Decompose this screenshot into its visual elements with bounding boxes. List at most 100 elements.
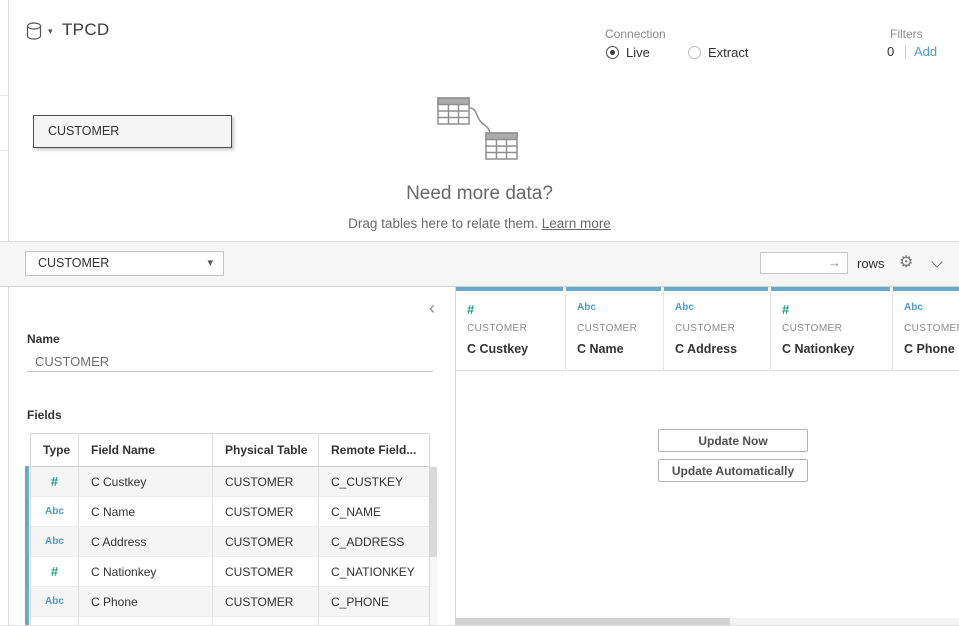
rows-count-input[interactable] — [760, 252, 848, 274]
left-pane-divider — [8, 0, 9, 626]
dropdown-caret-icon: ▾ — [207, 252, 213, 275]
table-selector-value: CUSTOMER — [38, 256, 109, 270]
chevron-down-icon[interactable] — [933, 258, 942, 267]
learn-more-link[interactable]: Learn more — [542, 216, 611, 231]
fields-table-scrollbar-thumb[interactable] — [430, 467, 437, 557]
tableau-datasource-page: ▾ TPCD Connection Live Extract Filters 0… — [0, 0, 959, 626]
drag-tables-text: Drag tables here to relate them. — [348, 216, 542, 231]
physical-table-cell: CUSTOMER — [213, 467, 319, 496]
grid-column-c-name[interactable]: Abc CUSTOMER C Name — [565, 287, 663, 371]
column-header-remote-field[interactable]: Remote Field... — [319, 434, 429, 466]
column-divider — [892, 291, 893, 371]
canvas-table-customer[interactable]: CUSTOMER — [33, 115, 232, 148]
column-header-type[interactable]: Type — [31, 434, 79, 466]
table-row[interactable]: Abc C Address CUSTOMER C_ADDRESS — [31, 527, 429, 557]
radio-live[interactable]: Live — [606, 44, 650, 60]
connection-label: Connection — [605, 27, 666, 41]
radio-live-label: Live — [626, 45, 650, 60]
string-type-icon: Abc — [45, 506, 64, 517]
gear-icon[interactable]: ⚙ — [899, 252, 913, 272]
filters-label: Filters — [890, 27, 923, 41]
column-accent-bar — [771, 287, 890, 291]
remote-field-cell: C_ADDRESS — [319, 527, 429, 556]
string-type-icon: Abc — [675, 302, 694, 313]
column-header-physical-table[interactable]: Physical Table — [213, 434, 319, 466]
column-field-label: C Address — [675, 342, 737, 356]
grid-hscrollbar-thumb[interactable] — [455, 618, 730, 625]
column-accent-bar — [566, 287, 661, 291]
grid-column-c-custkey[interactable]: # CUSTOMER C Custkey — [455, 287, 565, 371]
field-name-cell: C Address — [79, 527, 213, 556]
string-type-icon: Abc — [45, 536, 64, 547]
physical-table-cell: CUSTOMER — [213, 557, 319, 586]
column-accent-bar — [893, 287, 959, 291]
rows-label: rows — [857, 256, 884, 271]
table-row[interactable]: Abc C Name CUSTOMER C_NAME — [31, 497, 429, 527]
grid-column-c-nationkey[interactable]: # CUSTOMER C Nationkey — [770, 287, 892, 371]
column-field-label: C Nationkey — [782, 342, 854, 356]
number-type-icon: # — [467, 302, 474, 317]
column-divider — [770, 291, 771, 371]
column-field-label: C Custkey — [467, 342, 528, 356]
radio-extract[interactable]: Extract — [688, 44, 748, 60]
column-header-field-name[interactable]: Field Name — [79, 434, 213, 466]
number-type-icon: # — [51, 564, 58, 579]
column-divider — [663, 291, 664, 371]
fields-table-body: # C Custkey CUSTOMER C_CUSTKEY Abc C Nam… — [31, 467, 429, 626]
number-type-icon: # — [782, 302, 789, 317]
fields-table-header: Type Field Name Physical Table Remote Fi… — [31, 434, 429, 467]
grid-column-c-address[interactable]: Abc CUSTOMER C Address — [663, 287, 770, 371]
collapse-panel-icon[interactable]: ‹ — [429, 299, 435, 317]
radio-extract-label: Extract — [708, 45, 748, 60]
selected-table-accent-bar — [25, 466, 29, 626]
table-row[interactable]: Abc C Phone CUSTOMER C_PHONE — [31, 587, 429, 617]
remote-field-cell: C_NATIONKEY — [319, 557, 429, 586]
input-underline — [27, 371, 433, 372]
physical-table-cell: CUSTOMER — [213, 497, 319, 526]
column-divider — [565, 291, 566, 371]
physical-table-cell: CUSTOMER — [213, 587, 319, 616]
column-accent-bar — [664, 287, 768, 291]
update-now-button[interactable]: Update Now — [658, 429, 808, 452]
table-row[interactable]: # C Nationkey CUSTOMER C_NATIONKEY — [31, 557, 429, 587]
column-field-label: C Phone — [904, 342, 955, 356]
field-name-cell: C Phone — [79, 587, 213, 616]
rail-tick — [0, 150, 8, 151]
relate-tables-illustration-icon — [437, 97, 547, 167]
empty-state-title: Need more data? — [0, 183, 959, 205]
fields-label: Fields — [27, 408, 62, 422]
update-automatically-button[interactable]: Update Automatically — [658, 459, 808, 482]
table-name-input[interactable] — [35, 352, 425, 370]
radio-unselected-icon — [688, 46, 701, 59]
grid-column-c-phone[interactable]: Abc CUSTOMER C Phone — [892, 287, 959, 371]
column-table-label: CUSTOMER — [467, 323, 527, 334]
field-name-cell: C Name — [79, 497, 213, 526]
column-table-label: CUSTOMER — [675, 323, 735, 334]
physical-table-cell: CUSTOMER — [213, 527, 319, 556]
string-type-icon: Abc — [577, 302, 596, 313]
number-type-icon: # — [51, 474, 58, 489]
table-row[interactable]: # C Custkey CUSTOMER C_CUSTKEY — [31, 467, 429, 497]
divider — [905, 45, 906, 58]
datasource-menu-button[interactable]: ▾ — [26, 21, 58, 45]
column-table-label: CUSTOMER — [782, 323, 842, 334]
radio-selected-icon — [606, 46, 619, 59]
name-label: Name — [27, 332, 60, 346]
remote-field-cell: C_NAME — [319, 497, 429, 526]
page-title: TPCD — [62, 20, 109, 40]
filters-count: 0 — [887, 44, 894, 59]
string-type-icon: Abc — [904, 302, 923, 313]
column-field-label: C Name — [577, 342, 624, 356]
table-selector-dropdown[interactable]: CUSTOMER ▾ — [25, 251, 224, 276]
field-name-cell: C Nationkey — [79, 557, 213, 586]
field-name-cell: C Custkey — [79, 467, 213, 496]
database-icon — [26, 22, 43, 42]
string-type-icon: Abc — [45, 596, 64, 607]
fields-table: Type Field Name Physical Table Remote Fi… — [30, 433, 430, 626]
empty-state-subtitle: Drag tables here to relate them. Learn m… — [0, 216, 959, 231]
column-table-label: CUSTOMER — [577, 323, 637, 334]
add-filter-link[interactable]: Add — [914, 44, 937, 59]
rail-tick — [0, 95, 8, 96]
column-table-label: CUSTOMER — [904, 323, 959, 334]
chevron-down-icon: ▾ — [48, 26, 53, 37]
